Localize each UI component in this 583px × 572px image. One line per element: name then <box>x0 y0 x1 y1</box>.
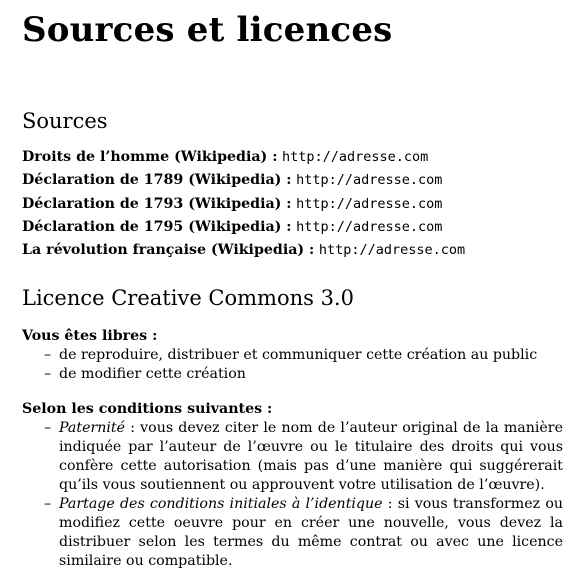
conditions-heading: Selon les conditions suivantes : <box>22 401 273 418</box>
source-url-link[interactable]: http://adresse.com <box>282 149 428 165</box>
source-url-link[interactable]: http://adresse.com <box>296 219 442 235</box>
dash-bullet: – <box>44 366 52 383</box>
source-url-link[interactable]: http://adresse.com <box>296 172 442 188</box>
source-label: Déclaration de 1795 (Wikipedia) : <box>22 218 292 235</box>
condition-term: Partage des conditions initiales à l’ide… <box>59 496 383 513</box>
dash-bullet: – <box>44 347 52 364</box>
dash-bullet: – <box>44 496 52 513</box>
condition-text: : vous devez citer le nom de l’auteur or… <box>59 420 563 494</box>
source-url-link[interactable]: http://adresse.com <box>296 196 442 212</box>
sources-heading: Sources <box>22 109 108 133</box>
freedoms-heading: Vous êtes libres : <box>22 328 158 345</box>
document-page: Sources et licences Sources Droits de l’… <box>0 0 583 572</box>
source-item: Déclaration de 1789 (Wikipedia) : http:/… <box>22 169 563 192</box>
list-item: – de modifier cette création <box>22 365 563 384</box>
freedom-text: de reproduire, distribuer et communiquer… <box>59 347 538 364</box>
source-label: La révolution française (Wikipedia) : <box>22 242 315 259</box>
source-label: Droits de l’homme (Wikipedia) : <box>22 149 278 165</box>
sources-list: Droits de l’homme (Wikipedia) : http://a… <box>22 146 563 262</box>
source-item: Déclaration de 1795 (Wikipedia) : http:/… <box>22 216 563 239</box>
list-item: – Partage des conditions initiales à l’i… <box>22 495 563 571</box>
source-item: La révolution française (Wikipedia) : ht… <box>22 239 563 262</box>
licence-heading: Licence Creative Commons 3.0 <box>22 286 354 311</box>
freedoms-list: – de reproduire, distribuer et communiqu… <box>22 346 563 384</box>
conditions-list: – Paternité : vous devez citer le nom de… <box>22 419 563 571</box>
list-item: – de reproduire, distribuer et communiqu… <box>22 346 563 365</box>
dash-bullet: – <box>44 420 52 437</box>
condition-term: Paternité <box>59 420 126 437</box>
source-label: Déclaration de 1793 (Wikipedia) : <box>22 195 292 212</box>
freedom-text: de modifier cette création <box>59 366 246 383</box>
source-item: Déclaration de 1793 (Wikipedia) : http:/… <box>22 193 563 216</box>
source-label: Déclaration de 1789 (Wikipedia) : <box>22 172 292 189</box>
list-item: – Paternité : vous devez citer le nom de… <box>22 419 563 495</box>
page-title: Sources et licences <box>22 10 393 50</box>
source-url-link[interactable]: http://adresse.com <box>319 242 465 258</box>
source-item: Droits de l’homme (Wikipedia) : http://a… <box>22 146 563 169</box>
